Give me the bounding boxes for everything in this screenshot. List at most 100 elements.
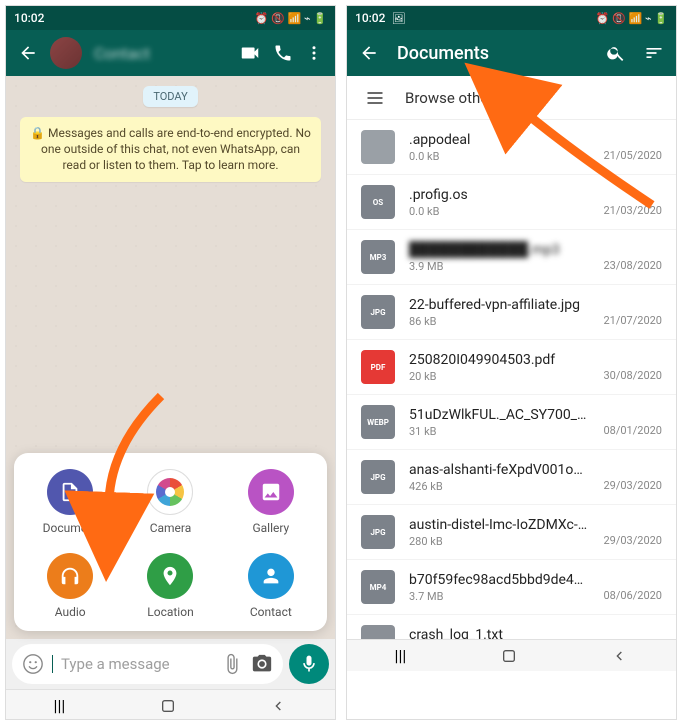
file-name: austin-distel-Imc-IoZDMXc-unsplash.jpg xyxy=(409,517,589,533)
attach-label: Camera xyxy=(150,521,192,535)
status-icons: ⏰ 📵 📶 ⌁ 🔋 xyxy=(596,12,668,25)
location-icon xyxy=(147,553,193,599)
attach-icon[interactable] xyxy=(221,653,243,675)
phone-whatsapp-chat: 10:02 ⏰ 📵 📶 ⌁ 🔋 Contact TODAY 🔒 Messages… xyxy=(5,5,336,720)
documents-header: Documents xyxy=(347,30,676,76)
file-row[interactable]: PDF250820I049904503.pdf20 kB30/08/2020 xyxy=(347,340,676,395)
input-placeholder: Type a message xyxy=(61,655,213,673)
video-call-icon[interactable] xyxy=(239,42,261,64)
file-size: 3.9 MB xyxy=(409,260,589,273)
file-info: 51uDzWlkFUL._AC_SY700_ML1_FMwe…31 kB xyxy=(409,407,589,438)
headphones-icon xyxy=(47,553,93,599)
file-size: 0.0 kB xyxy=(409,150,589,163)
file-type-icon: MP4 xyxy=(361,570,395,604)
message-input[interactable]: Type a message xyxy=(12,644,283,684)
status-time: 10:02 xyxy=(14,11,44,25)
file-row[interactable]: JPG22-buffered-vpn-affiliate.jpg86 kB21/… xyxy=(347,285,676,340)
emoji-icon[interactable] xyxy=(22,653,44,675)
file-info: b70f59fec98acd5bbd9de4539f8720de… 3.7 MB xyxy=(409,572,589,603)
camera-input-icon[interactable] xyxy=(251,653,273,675)
file-date: 08/01/2020 xyxy=(603,424,662,437)
file-info: .appodeal 0.0 kB xyxy=(409,132,589,163)
avatar[interactable] xyxy=(50,37,82,69)
file-row[interactable]: JPG austin-distel-Imc-IoZDMXc-unsplash.jp… xyxy=(347,505,676,560)
file-date: 21/07/2020 xyxy=(603,314,662,327)
chat-header: Contact xyxy=(6,30,335,76)
voice-call-icon[interactable] xyxy=(273,43,293,63)
chat-body: TODAY 🔒 Messages and calls are end-to-en… xyxy=(6,76,335,639)
file-date: 08/06/2020 xyxy=(603,589,662,602)
input-caret xyxy=(52,655,53,673)
file-name: 51uDzWlkFUL._AC_SY700_ML1_FMwe… xyxy=(409,407,589,423)
status-time: 10:02 xyxy=(355,11,385,25)
nav-recents[interactable]: ||| xyxy=(395,646,407,665)
file-type-icon: JPG xyxy=(361,460,395,494)
contact-icon xyxy=(248,553,294,599)
page-title: Documents xyxy=(397,43,588,64)
file-row[interactable]: .appodeal0.0 kB21/05/2020 xyxy=(347,120,676,175)
encryption-notice[interactable]: 🔒 Messages and calls are end-to-end encr… xyxy=(20,117,321,182)
attach-camera[interactable]: Camera xyxy=(120,469,220,535)
file-size: 426 kB xyxy=(409,480,589,493)
browse-label: Browse other docs… xyxy=(405,89,540,107)
file-row[interactable]: OS.profig.os0.0 kB21/03/2020 xyxy=(347,175,676,230)
nav-home[interactable] xyxy=(501,648,517,664)
more-icon[interactable] xyxy=(305,44,323,62)
attach-audio[interactable]: Audio xyxy=(20,553,120,619)
file-name: .appodeal xyxy=(409,132,589,148)
back-icon[interactable] xyxy=(359,43,379,63)
file-date: 23/08/2020 xyxy=(603,259,662,272)
attach-label: Gallery xyxy=(252,521,289,535)
status-bar: 10:02 ⏰ 📵 📶 ⌁ 🔋 xyxy=(6,6,335,30)
file-name: anas-alshanti-feXpdV001o4-unsplash.j… xyxy=(409,462,589,478)
back-icon[interactable] xyxy=(18,43,38,63)
file-row[interactable]: MP3 ████████████.mp3 3.9 MB 23/08/2020 xyxy=(347,230,676,285)
file-info: ████████████.mp3 3.9 MB xyxy=(409,241,589,273)
nav-home[interactable] xyxy=(160,698,176,714)
file-row[interactable]: MP4 b70f59fec98acd5bbd9de4539f8720de… 3.7 … xyxy=(347,560,676,615)
file-date: 29/03/2020 xyxy=(603,534,662,547)
list-icon xyxy=(365,88,385,108)
nav-back[interactable] xyxy=(271,698,287,714)
gallery-icon xyxy=(248,469,294,515)
file-type-icon: MP3 xyxy=(361,240,395,274)
nav-bar: ||| xyxy=(347,639,676,671)
file-row[interactable]: JPG anas-alshanti-feXpdV001o4-unsplash.j…… xyxy=(347,450,676,505)
attach-label: Audio xyxy=(55,605,86,619)
file-list[interactable]: .appodeal0.0 kB21/05/2020OS.profig.os0.0… xyxy=(347,120,676,639)
file-date: 30/08/2020 xyxy=(603,369,662,382)
nav-back[interactable] xyxy=(612,648,628,664)
file-size: 3.7 MB xyxy=(409,590,589,603)
nav-recents[interactable]: ||| xyxy=(54,696,66,715)
file-info: austin-distel-Imc-IoZDMXc-unsplash.jpg28… xyxy=(409,517,589,548)
file-type-icon: TXT xyxy=(361,625,395,639)
camera-icon xyxy=(147,469,193,515)
attachment-panel: Document Camera Gallery Audio Location C… xyxy=(14,453,327,631)
file-info: 250820I049904503.pdf20 kB xyxy=(409,352,589,383)
attach-location[interactable]: Location xyxy=(120,553,220,619)
file-name: crash_log_1.txt xyxy=(409,627,589,640)
file-name: 22-buffered-vpn-affiliate.jpg xyxy=(409,297,589,313)
file-row[interactable]: TXTcrash_log_1.txt0.0 kB03/08/2020 xyxy=(347,615,676,639)
contact-name[interactable]: Contact xyxy=(94,44,227,63)
file-name: .profig.os xyxy=(409,187,589,203)
browse-other-docs[interactable]: Browse other docs… xyxy=(347,76,676,120)
status-icon: 🖼 xyxy=(391,12,405,25)
mic-icon xyxy=(299,654,319,674)
phone-documents: 10:02 🖼 ⏰ 📵 📶 ⌁ 🔋 Documents Browse other… xyxy=(346,5,677,720)
file-name: b70f59fec98acd5bbd9de4539f8720de… xyxy=(409,572,589,588)
mic-button[interactable] xyxy=(289,644,329,684)
file-info: .profig.os0.0 kB xyxy=(409,187,589,218)
search-icon[interactable] xyxy=(606,43,626,63)
file-info: crash_log_1.txt0.0 kB xyxy=(409,627,589,640)
message-input-bar: Type a message xyxy=(6,639,335,689)
file-type-icon: JPG xyxy=(361,515,395,549)
attach-gallery[interactable]: Gallery xyxy=(221,469,321,535)
attach-document[interactable]: Document xyxy=(20,469,120,535)
file-row[interactable]: WEBP 51uDzWlkFUL._AC_SY700_ML1_FMwe…31 kB… xyxy=(347,395,676,450)
file-type-icon: WEBP xyxy=(361,405,395,439)
file-type-icon: OS xyxy=(361,185,395,219)
sort-icon[interactable] xyxy=(644,43,664,63)
file-name: ████████████.mp3 xyxy=(409,241,589,258)
attach-contact[interactable]: Contact xyxy=(221,553,321,619)
